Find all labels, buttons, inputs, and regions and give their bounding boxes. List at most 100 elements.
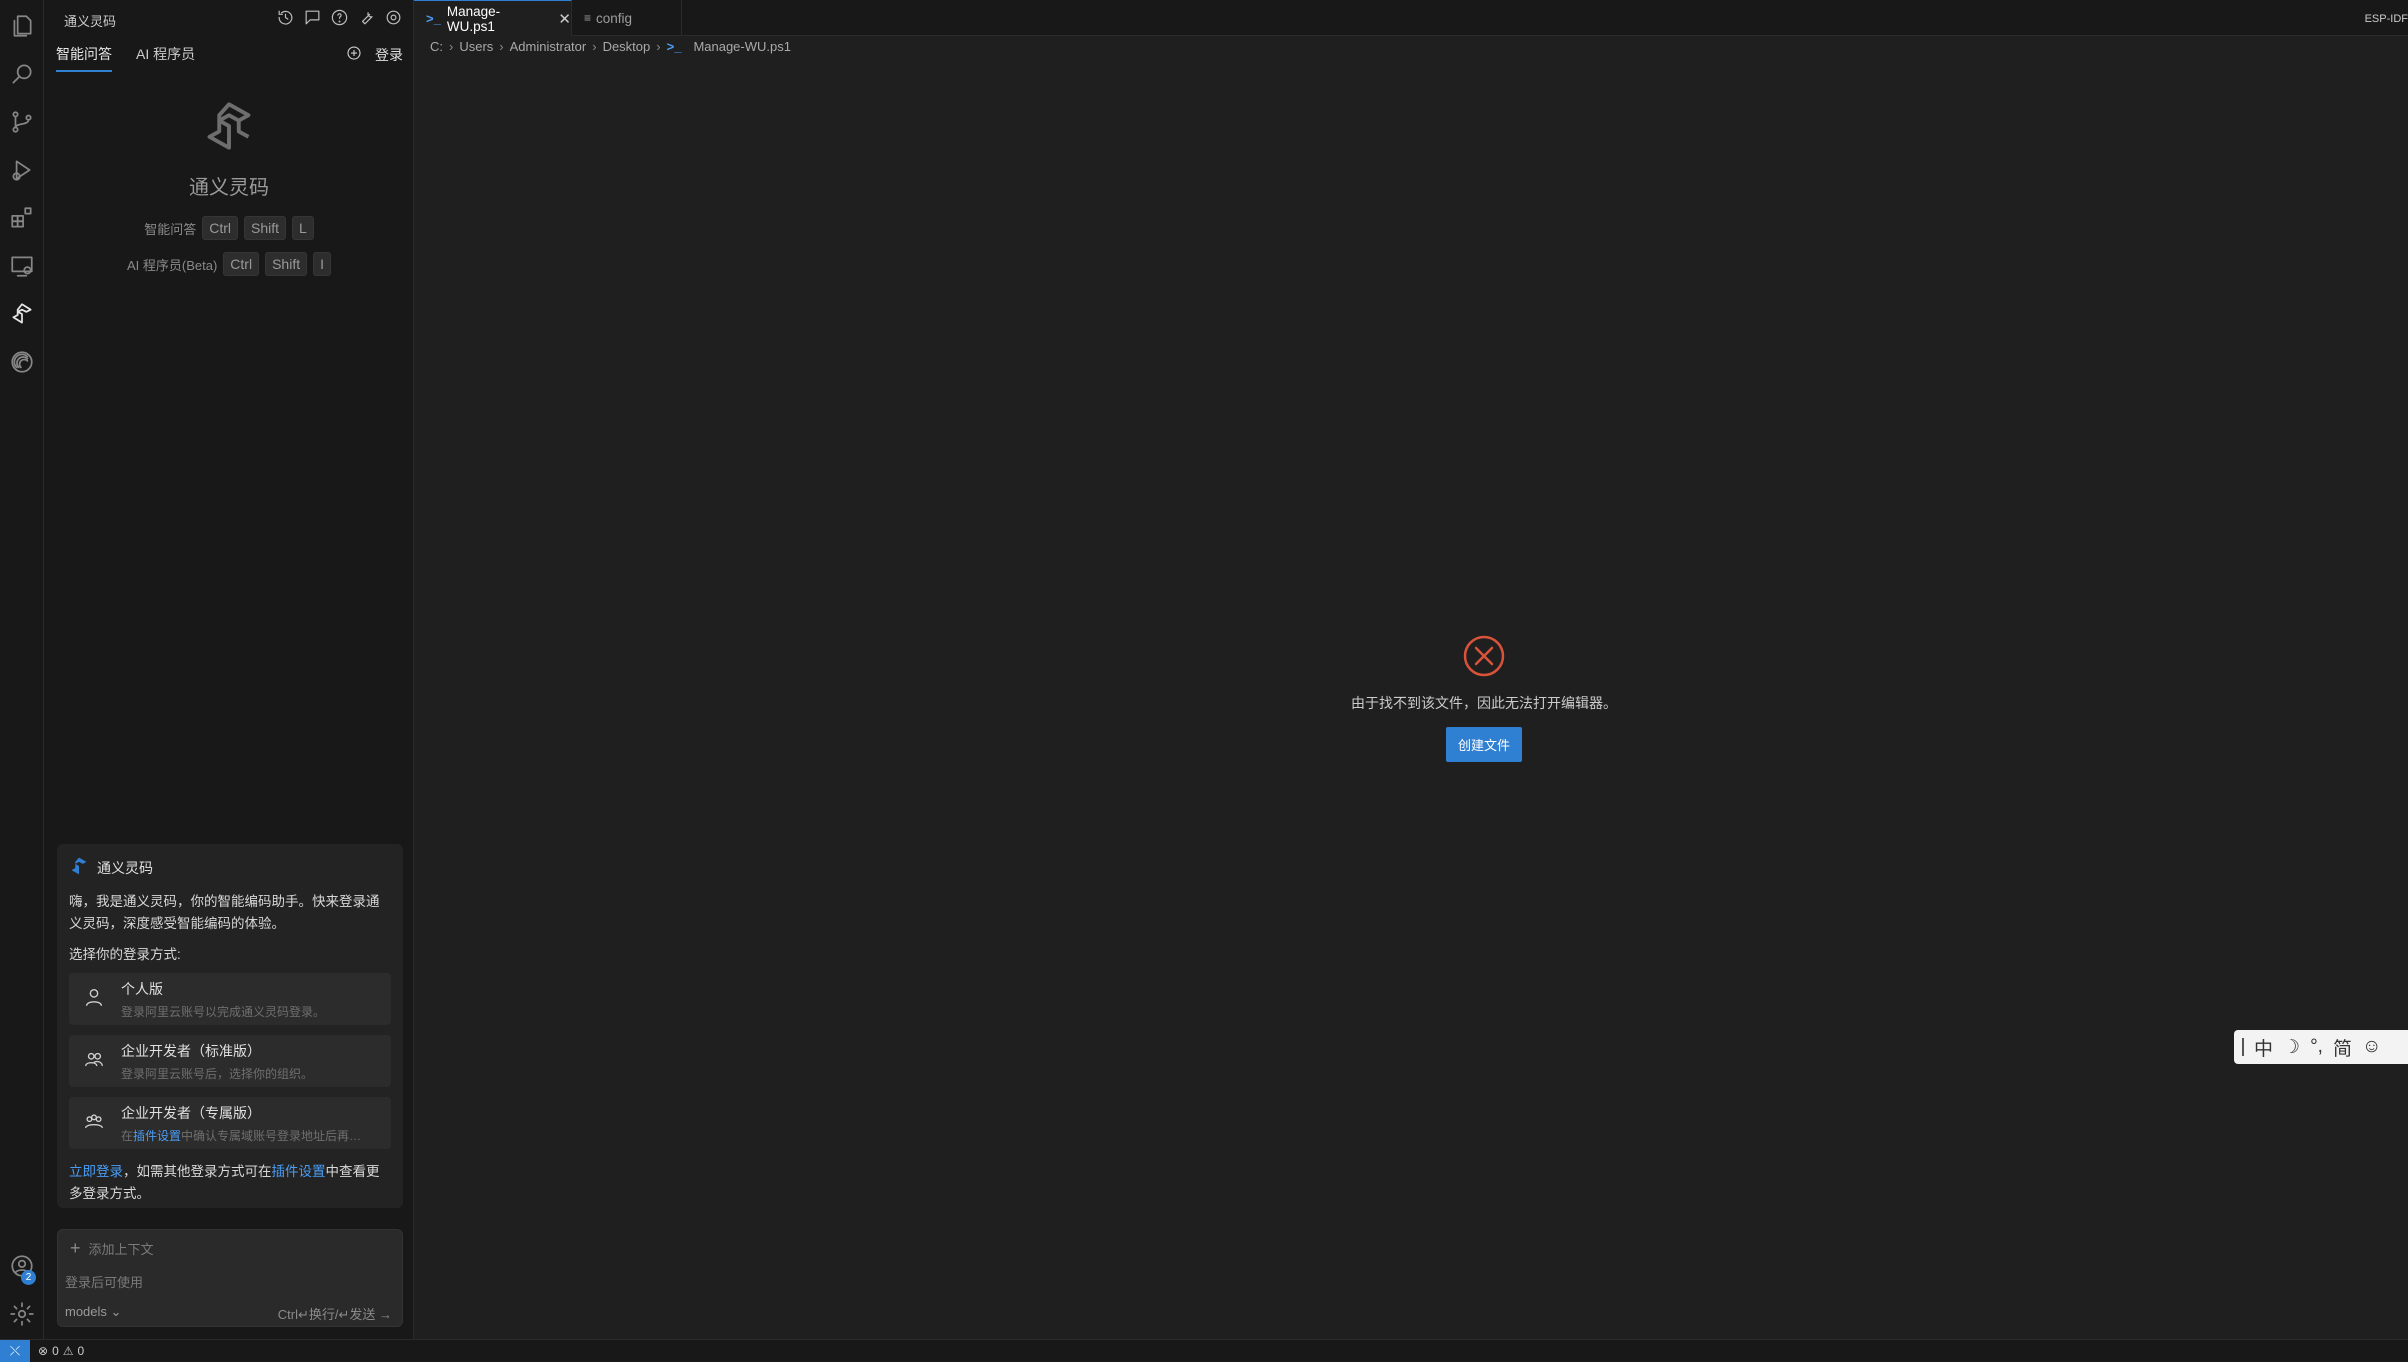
card-footer: 立即登录，如需其他登录方式可在插件设置中查看更多登录方式。 <box>69 1161 391 1205</box>
shortcut-label: 智能问答 <box>144 221 197 237</box>
plus-icon: + <box>70 1238 81 1258</box>
desc-prefix: 在 <box>121 1128 134 1143</box>
option-desc: 登录阿里云账号以完成通义灵码登录。 <box>121 1004 326 1019</box>
ime-simplified[interactable]: 简 <box>2333 1034 2352 1061</box>
user-icon <box>83 986 105 1013</box>
feedback-icon[interactable] <box>303 8 322 32</box>
panel-toolbar <box>276 8 403 32</box>
error-message: 由于找不到该文件，因此无法打开编辑器。 <box>1351 695 1617 711</box>
tab-config[interactable]: ≡ config <box>572 0 682 36</box>
tab-manage-wu[interactable]: >_ Manage-WU.ps1 ✕ <box>414 0 572 36</box>
key-cap: Shift <box>265 252 308 276</box>
login-option-personal[interactable]: 个人版 登录阿里云账号以完成通义灵码登录。 <box>69 973 391 1025</box>
footer-text: ，如需其他登录方式可在 <box>123 1164 272 1179</box>
option-title: 企业开发者（标准版） <box>121 1042 261 1059</box>
ime-chinese-mode[interactable]: 中 <box>2254 1034 2273 1061</box>
tab-smart-qa[interactable]: 智能问答 <box>56 44 112 72</box>
error-circle-icon <box>1284 634 1684 683</box>
key-cap: L <box>292 216 314 240</box>
remote-indicator-icon[interactable]: ⤬ <box>0 1340 30 1362</box>
chevron-down-icon: ⌄ <box>110 1304 122 1319</box>
powershell-icon: >_ <box>426 11 441 26</box>
settings-gear-icon[interactable] <box>384 8 403 32</box>
breadcrumb-item[interactable]: Administrator <box>510 39 587 54</box>
source-control-icon[interactable] <box>0 100 44 144</box>
tab-actions: 登录 <box>345 44 403 65</box>
desc-suffix: 中确认专属域账号登录地址后再登... <box>181 1128 371 1143</box>
option-desc: 登录阿里云账号后，选择你的组织。 <box>121 1066 314 1081</box>
breadcrumb-item[interactable]: Users <box>459 39 493 54</box>
esp-idf-icon[interactable] <box>0 340 44 384</box>
login-card: 通义灵码 嗨，我是通义灵码，你的智能编码助手。快来登录通义灵码，深度感受智能编码… <box>57 844 403 1208</box>
tongyi-logo-icon <box>69 856 89 879</box>
team-icon <box>83 1048 105 1075</box>
help-icon[interactable] <box>330 8 349 32</box>
choose-login-label: 选择你的登录方式: <box>69 947 181 962</box>
search-icon[interactable] <box>0 52 44 96</box>
login-link[interactable]: 登录 <box>375 45 403 65</box>
editor-tab-bar: >_ Manage-WU.ps1 ✕ ≡ config ESP-IDF <box>414 0 2408 36</box>
shortcut-smart-qa: 智能问答 Ctrl Shift L <box>44 216 414 240</box>
plugin-settings-link[interactable]: 插件设置 <box>133 1129 181 1143</box>
ime-emoji-icon[interactable]: ☺ <box>2362 1036 2381 1058</box>
ime-moon-icon[interactable]: ☽ <box>2283 1036 2300 1059</box>
shortcut-ai-programmer: AI 程序员(Beta) Ctrl Shift I <box>44 252 414 276</box>
create-file-button[interactable]: 创建文件 <box>1445 727 1522 762</box>
tab-ai-programmer[interactable]: AI 程序员 <box>136 44 195 72</box>
file-lines-icon: ≡ <box>584 11 592 25</box>
option-title: 企业开发者（专属版） <box>121 1104 261 1121</box>
key-cap: Ctrl <box>202 216 238 240</box>
plugin-settings-link[interactable]: 插件设置 <box>272 1164 326 1179</box>
activity-bar: 2 <box>0 0 44 1339</box>
welcome-section: 通义灵码 智能问答 Ctrl Shift L AI 程序员(Beta) Ctrl… <box>44 100 414 276</box>
login-option-enterprise-dedicated[interactable]: 企业开发者（专属版） 在插件设置中确认专属域账号登录地址后再登... <box>69 1097 391 1149</box>
login-now-link[interactable]: 立即登录 <box>69 1164 123 1179</box>
ime-punctuation[interactable]: °, <box>2310 1036 2323 1058</box>
tongyi-logo-icon <box>44 100 414 157</box>
esp-idf-label[interactable]: ESP-IDF <box>2365 13 2408 25</box>
remote-explorer-icon[interactable] <box>0 244 44 288</box>
welcome-title: 通义灵码 <box>189 177 269 199</box>
tongyi-lingma-icon[interactable] <box>0 292 44 336</box>
chat-input-box[interactable]: + 添加上下文 登录后可使用 models ⌄ Ctrl↵换行/↵发送 → <box>57 1229 403 1327</box>
explorer-icon[interactable] <box>0 4 44 48</box>
new-chat-icon[interactable] <box>345 44 363 65</box>
breadcrumb-item[interactable]: C: <box>430 39 443 54</box>
card-title: 通义灵码 <box>97 859 153 876</box>
file-not-found-panel: 由于找不到该文件，因此无法打开编辑器。 创建文件 <box>1284 634 1684 762</box>
history-icon[interactable] <box>276 8 295 32</box>
accounts-badge: 2 <box>21 1270 36 1285</box>
manage-gear-icon[interactable] <box>0 1292 44 1336</box>
add-context-button[interactable]: + 添加上下文 <box>70 1238 154 1259</box>
status-bar: ⤬ ⊗ 0 ⚠ 0 <box>0 1339 2408 1362</box>
warning-icon: ⚠ <box>62 1344 74 1358</box>
error-count: 0 <box>52 1344 59 1358</box>
card-intro: 嗨，我是通义灵码，你的智能编码助手。快来登录通义灵码，深度感受智能编码的体验。 <box>69 894 380 931</box>
run-debug-icon[interactable] <box>0 148 44 192</box>
breadcrumb-item[interactable]: Desktop <box>603 39 651 54</box>
option-title: 个人版 <box>121 980 163 997</box>
warning-count: 0 <box>77 1344 85 1358</box>
tab-label: Manage-WU.ps1 <box>446 3 501 34</box>
problems-indicator[interactable]: ⊗ 0 ⚠ 0 <box>38 1344 84 1358</box>
accounts-icon[interactable]: 2 <box>0 1244 44 1288</box>
key-cap: Shift <box>243 216 286 240</box>
chevron-right-icon: › <box>592 39 597 54</box>
models-label: models <box>65 1304 107 1319</box>
group-icon <box>83 1110 105 1137</box>
chat-input-placeholder[interactable]: 登录后可使用 <box>65 1272 143 1291</box>
card-header: 通义灵码 <box>69 856 391 879</box>
extensions-icon[interactable] <box>0 196 44 240</box>
login-option-enterprise-standard[interactable]: 企业开发者（标准版） 登录阿里云账号后，选择你的组织。 <box>69 1035 391 1087</box>
option-desc: 在插件设置中确认专属域账号登录地址后再登... <box>121 1127 371 1144</box>
send-button[interactable]: Ctrl↵换行/↵发送 → <box>278 1304 392 1323</box>
close-icon[interactable]: ✕ <box>558 10 571 28</box>
ime-handle[interactable] <box>2242 1038 2244 1056</box>
key-cap: Ctrl <box>223 252 260 276</box>
tools-icon[interactable] <box>357 8 376 32</box>
models-dropdown[interactable]: models ⌄ <box>65 1304 121 1320</box>
panel-title: 通义灵码 <box>64 14 117 29</box>
ime-toolbar: 中 ☽ °, 简 ☺ <box>2234 1030 2408 1064</box>
powershell-icon: >_ <box>666 39 682 54</box>
breadcrumb-item[interactable]: Manage-WU.ps1 <box>693 39 791 54</box>
